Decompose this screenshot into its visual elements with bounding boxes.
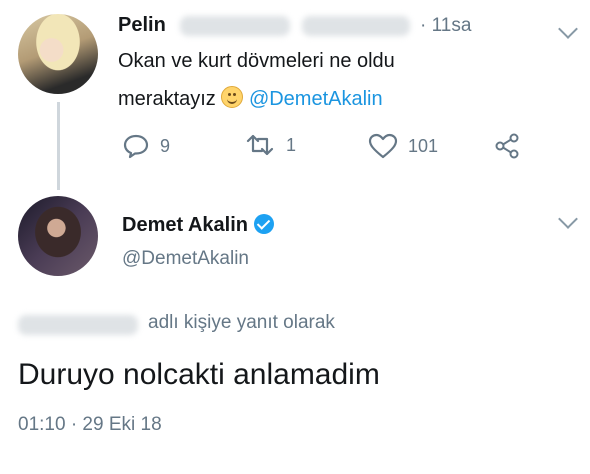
tweet2-text: Duruyo nolcakti anlamadim [18,358,380,391]
avatar-demet-akalin[interactable] [18,196,98,276]
thread-connector [57,102,60,190]
tweet1-blurred-handle [302,16,410,36]
share-button[interactable] [493,132,521,165]
tweet1-text-line1: Okan ve kurt dövmeleri ne oldu [118,50,395,72]
retweet-button[interactable]: 1 [244,133,296,157]
like-count: 101 [408,135,439,156]
tweet1-text-line2: meraktayız @DemetAkalin [118,84,383,114]
tweet2-author-row[interactable]: Demet Akalin [122,214,274,237]
tweet2-author-handle[interactable]: @DemetAkalin [122,248,249,270]
heart-icon [368,133,398,159]
reply-to-blurred-handle [18,315,138,335]
verified-badge-icon [253,214,274,234]
tweet1-time[interactable]: · 11sa [420,15,471,37]
share-icon [495,133,519,159]
retweet-icon [246,134,274,156]
chevron-down-icon[interactable] [558,19,578,39]
reply-button[interactable]: 9 [122,133,170,159]
tweet1-mention-link[interactable]: @DemetAkalin [249,88,383,110]
tweet1-blurred-surname [180,16,290,36]
tweet2-timestamp[interactable]: 01:10 · 29 Eki 18 [18,414,162,436]
tweet2-author-name[interactable]: Demet Akalin [122,214,248,236]
chevron-down-icon[interactable] [558,209,578,229]
retweet-count: 1 [286,134,297,155]
reply-icon [123,134,149,159]
like-button[interactable]: 101 [368,133,438,159]
avatar-pelin[interactable] [18,14,98,94]
tweet1-author-name[interactable]: Pelin [118,14,166,37]
reply-to-label: adlı kişiye yanıt olarak [148,312,335,333]
smiling-emoji-icon [221,86,244,108]
reply-count: 9 [160,135,171,156]
tweet1-text-word: meraktayız [118,88,216,110]
